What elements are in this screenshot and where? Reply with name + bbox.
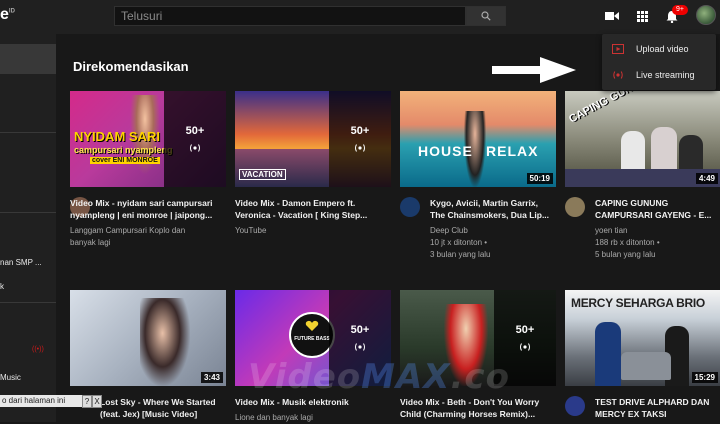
user-avatar[interactable] — [696, 5, 716, 25]
channel-avatar[interactable] — [565, 197, 585, 217]
thumbnail-person — [140, 298, 190, 386]
playlist-broadcast-icon — [520, 343, 530, 351]
search-input[interactable] — [114, 6, 466, 26]
video-thumbnail[interactable]: VACATION 50+ — [235, 91, 391, 187]
video-title[interactable]: Video Mix - Musik elektronik — [235, 396, 391, 408]
video-meta: banyak lagi — [70, 238, 111, 247]
search-button[interactable] — [466, 6, 506, 26]
menu-item-upload-video[interactable]: Upload video — [602, 36, 716, 62]
video-title[interactable]: Video Mix - Damon Empero ft. Veronica - V… — [235, 197, 391, 221]
video-title[interactable]: TEST DRIVE ALPHARD DAN MERCY EX TAKSI — [595, 396, 720, 420]
video-title[interactable]: Video Mix - nyidam sari campursari nyampl… — [70, 197, 226, 221]
translate-help-button[interactable]: ? — [82, 395, 92, 408]
video-channel[interactable]: yoen tian — [595, 225, 627, 237]
video-duration: 3:43 — [200, 372, 223, 383]
video-title[interactable]: Lost Sky - Where We Started (feat. Jex) [… — [100, 396, 230, 420]
playlist-broadcast-icon — [355, 144, 365, 152]
sidebar-divider — [0, 212, 56, 213]
thumbnail-sea — [235, 149, 329, 187]
video-duration: 4:49 — [695, 173, 718, 184]
video-channel[interactable]: Deep Club — [430, 225, 468, 237]
upload-video-icon — [612, 44, 624, 54]
video-camera-icon — [605, 12, 619, 20]
video-age: 5 bulan yang lalu — [595, 250, 656, 259]
sidebar: nan SMP ... k ((•)) Music — [0, 34, 56, 422]
video-channel[interactable]: Lione dan banyak lagi — [235, 412, 313, 424]
video-channel[interactable]: Langgam Campursari Koplo dan — [70, 225, 185, 237]
video-thumbnail[interactable]: MERCY SEHARGA BRIO 15:29 — [565, 290, 720, 386]
live-indicator-icon: ((•)) — [32, 346, 44, 353]
search-icon — [481, 11, 491, 21]
video-title[interactable]: Kygo, Avicii, Martin Garrix, The Chainsmo… — [430, 197, 560, 221]
sidebar-item-music[interactable]: Music — [0, 373, 21, 382]
video-views: 188 rb x ditonton • — [595, 238, 660, 247]
video-thumbnail[interactable]: 3:43 — [70, 290, 226, 386]
sidebar-divider — [0, 132, 56, 133]
sidebar-item-active[interactable] — [0, 44, 56, 74]
sidebar-divider — [0, 302, 56, 303]
video-duration: 50:19 — [526, 173, 553, 184]
menu-item-live-streaming[interactable]: Live streaming — [602, 62, 716, 88]
video-views: 10 jt x ditonton • — [430, 238, 488, 247]
video-thumbnail[interactable]: HOUSE RELAX 50:19 — [400, 91, 556, 187]
playlist-broadcast-icon — [355, 343, 365, 351]
apps-grid-icon — [636, 10, 648, 22]
video-title[interactable]: CAPING GUNUNG CAMPURSARI GAYENG - E... — [595, 197, 720, 221]
playlist-overlay: 50+ — [329, 91, 391, 187]
video-title[interactable]: Video Mix - Beth - Don't You Worry Child … — [400, 396, 560, 420]
video-thumbnail[interactable]: CAPING GUNUNG 4:49 — [565, 91, 720, 187]
video-age: 3 bulan yang lalu — [430, 250, 491, 259]
video-duration: 15:29 — [691, 372, 718, 383]
translate-close-button[interactable]: X — [92, 395, 102, 408]
sidebar-item-subscription[interactable]: nan SMP ... — [0, 258, 42, 267]
apps-button[interactable] — [634, 8, 650, 24]
pointer-arrow — [492, 57, 576, 83]
thumbnail-person — [595, 322, 621, 386]
playlist-overlay: 50+ — [164, 91, 226, 187]
heart-icon — [305, 320, 319, 331]
channel-avatar[interactable] — [565, 396, 585, 416]
video-thumbnail[interactable]: NYIDAM SARI campursari nyampleng cover E… — [70, 91, 226, 187]
youtube-logo[interactable]: eID — [0, 6, 15, 24]
thumbnail-car — [621, 352, 671, 380]
playlist-broadcast-icon — [190, 144, 200, 152]
top-bar: eID 9+ — [0, 0, 720, 34]
watermark: VideoMAX.co — [248, 357, 510, 397]
create-video-button[interactable] — [604, 8, 620, 24]
live-streaming-icon — [613, 71, 623, 79]
channel-avatar[interactable] — [400, 197, 420, 217]
create-dropdown-menu: Upload video Live streaming — [602, 34, 716, 90]
video-channel[interactable]: YouTube — [235, 225, 266, 237]
section-title: Direkomendasikan — [73, 59, 189, 74]
notification-badge: 9+ — [672, 5, 688, 15]
sidebar-item-subscription[interactable]: k — [0, 282, 4, 291]
